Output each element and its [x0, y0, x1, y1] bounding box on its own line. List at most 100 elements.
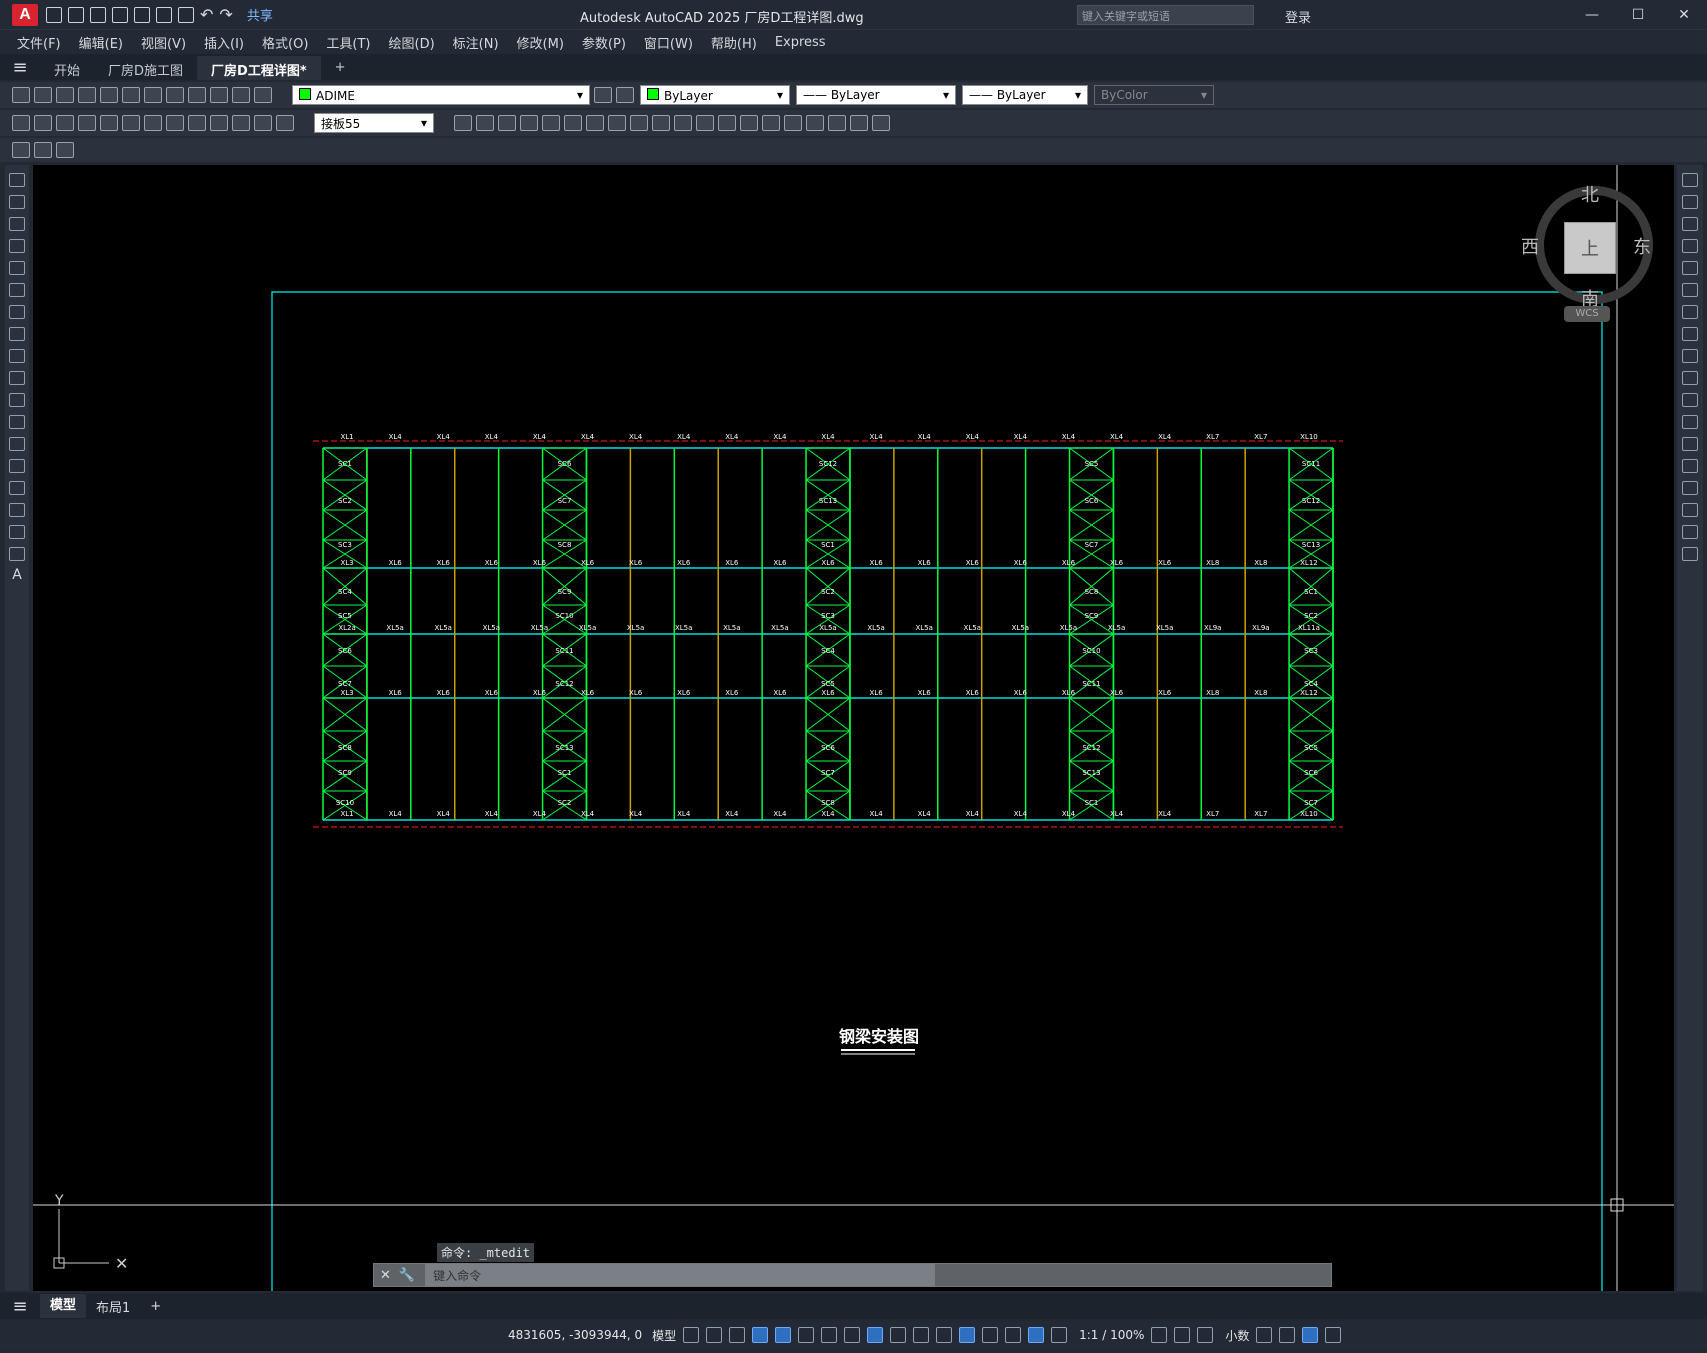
dimstyle-dropdown[interactable]: 接板55 ▾	[314, 113, 434, 133]
modify-6-icon[interactable]	[564, 115, 582, 131]
scale-icon[interactable]	[1682, 327, 1698, 341]
quick-properties-icon[interactable]	[1005, 1327, 1022, 1343]
save-icon[interactable]	[90, 6, 106, 23]
modify-7-icon[interactable]	[586, 115, 604, 131]
polar-icon[interactable]	[798, 1327, 815, 1343]
toolbar-open-icon[interactable]	[34, 87, 52, 103]
join-icon[interactable]	[1682, 459, 1698, 473]
snap-icon[interactable]	[706, 1327, 723, 1343]
menu-express[interactable]: Express	[775, 35, 826, 50]
publish-icon[interactable]	[134, 6, 150, 23]
menu-draw[interactable]: 绘图(D)	[389, 33, 435, 52]
modify-15-icon[interactable]	[762, 115, 780, 131]
share-button[interactable]: 共享	[247, 5, 273, 24]
color-dropdown[interactable]: ByLayer ▾	[640, 85, 790, 105]
text-find-icon[interactable]	[34, 142, 52, 158]
undo-icon[interactable]: ↶	[200, 5, 213, 24]
toolbar-zoom-icon[interactable]	[210, 87, 228, 103]
quick-dim-icon[interactable]	[166, 115, 184, 131]
export-icon[interactable]	[156, 6, 172, 23]
save-as-icon[interactable]	[112, 6, 128, 23]
text-style-icon[interactable]	[56, 142, 74, 158]
new-file-icon[interactable]	[46, 6, 62, 23]
insert-block-icon[interactable]	[9, 415, 25, 429]
modify-17-icon[interactable]	[806, 115, 824, 131]
arc-icon[interactable]	[9, 283, 25, 297]
customization-icon[interactable]	[1325, 1327, 1342, 1343]
cmd-customize-icon[interactable]: 🔧	[399, 1268, 415, 1283]
annotate-plus-icon[interactable]	[1174, 1327, 1191, 1343]
redo-icon[interactable]: ↷	[219, 5, 232, 24]
login-button[interactable]: 登录	[1285, 7, 1311, 26]
baseline-dim-icon[interactable]	[188, 115, 206, 131]
add-layout-icon[interactable]: +	[140, 1299, 171, 1314]
table-icon[interactable]	[9, 547, 25, 561]
revcloud-icon[interactable]	[9, 327, 25, 341]
copy-icon[interactable]	[1682, 195, 1698, 209]
erase-icon[interactable]	[1682, 173, 1698, 187]
modify-20-icon[interactable]	[872, 115, 890, 131]
menu-modify[interactable]: 修改(M)	[517, 33, 564, 52]
workspace-gear-icon[interactable]	[1151, 1327, 1168, 1343]
layout-menu-icon[interactable]: ≡	[0, 1293, 40, 1319]
drawing-viewport[interactable]: Y ✕ XL1 XL4 XL4 XL4 XL4 XL4 XL4 XL4 XL4 XL4 XL4 XL4…	[33, 165, 1674, 1291]
wcs-menu[interactable]: WCS	[1564, 306, 1610, 322]
mtext-icon[interactable]: A	[5, 567, 29, 583]
linear-dim-icon[interactable]	[12, 115, 30, 131]
stretch-icon[interactable]	[1682, 349, 1698, 363]
modify-3-icon[interactable]	[498, 115, 516, 131]
transparency-icon[interactable]	[913, 1327, 930, 1343]
hamburger-icon[interactable]: ≡	[0, 54, 40, 80]
isolate-icon[interactable]	[1197, 1327, 1214, 1343]
mirror-icon[interactable]	[1682, 217, 1698, 231]
rotate-icon[interactable]	[1682, 305, 1698, 319]
explode-icon[interactable]	[1682, 547, 1698, 561]
close-icon[interactable]: ✕	[1661, 0, 1707, 30]
ellipse-icon[interactable]	[9, 371, 25, 385]
modify-5-icon[interactable]	[542, 115, 560, 131]
menu-format[interactable]: 格式(O)	[262, 33, 308, 52]
spline-icon[interactable]	[9, 349, 25, 363]
layer-previous-icon[interactable]	[594, 87, 612, 103]
viewcube-north[interactable]: 北	[1581, 181, 1599, 207]
modify-13-icon[interactable]	[718, 115, 736, 131]
array-icon[interactable]	[1682, 261, 1698, 275]
gradient-icon[interactable]	[9, 503, 25, 517]
menu-tools[interactable]: 工具(T)	[326, 33, 370, 52]
annotation-visibility-icon[interactable]	[1028, 1327, 1045, 1343]
menu-parametric[interactable]: 参数(P)	[582, 33, 626, 52]
isodraft-icon[interactable]	[821, 1327, 838, 1343]
tab-layout1[interactable]: 布局1	[86, 1297, 140, 1316]
osnap-icon[interactable]	[867, 1327, 884, 1343]
new-tab-icon[interactable]: +	[321, 56, 360, 80]
menu-dimension[interactable]: 标注(N)	[453, 33, 499, 52]
coordinates-display[interactable]: 4831605, -3093944, 0	[508, 1328, 642, 1342]
blend-icon[interactable]	[1682, 525, 1698, 539]
toolbar-cut-icon[interactable]	[122, 87, 140, 103]
diameter-dim-icon[interactable]	[122, 115, 140, 131]
modify-4-icon[interactable]	[520, 115, 538, 131]
fillet-icon[interactable]	[1682, 503, 1698, 517]
tolerance-icon[interactable]	[232, 115, 250, 131]
region-icon[interactable]	[9, 525, 25, 539]
ortho-icon[interactable]	[775, 1327, 792, 1343]
annotation-monitor-icon[interactable]	[959, 1327, 976, 1343]
modify-1-icon[interactable]	[454, 115, 472, 131]
dynamic-input-icon[interactable]	[752, 1327, 769, 1343]
text-edit-icon[interactable]	[12, 142, 30, 158]
tab-drawing-1[interactable]: 厂房D施工图	[94, 56, 197, 80]
toolbar-preview-icon[interactable]	[100, 87, 118, 103]
menu-help[interactable]: 帮助(H)	[711, 33, 757, 52]
toolbar-properties-icon[interactable]	[232, 87, 250, 103]
offset-icon[interactable]	[1682, 239, 1698, 253]
viewcube-top-face[interactable]: 上	[1564, 222, 1616, 274]
hardware-accel-icon[interactable]	[1279, 1327, 1296, 1343]
toolbar-help-icon[interactable]	[254, 87, 272, 103]
open-file-icon[interactable]	[68, 6, 84, 23]
grid-icon[interactable]	[683, 1327, 700, 1343]
toolbar-paste-icon[interactable]	[166, 87, 184, 103]
modify-14-icon[interactable]	[740, 115, 758, 131]
modify-19-icon[interactable]	[850, 115, 868, 131]
continue-dim-icon[interactable]	[210, 115, 228, 131]
selection-cycling-icon[interactable]	[936, 1327, 953, 1343]
